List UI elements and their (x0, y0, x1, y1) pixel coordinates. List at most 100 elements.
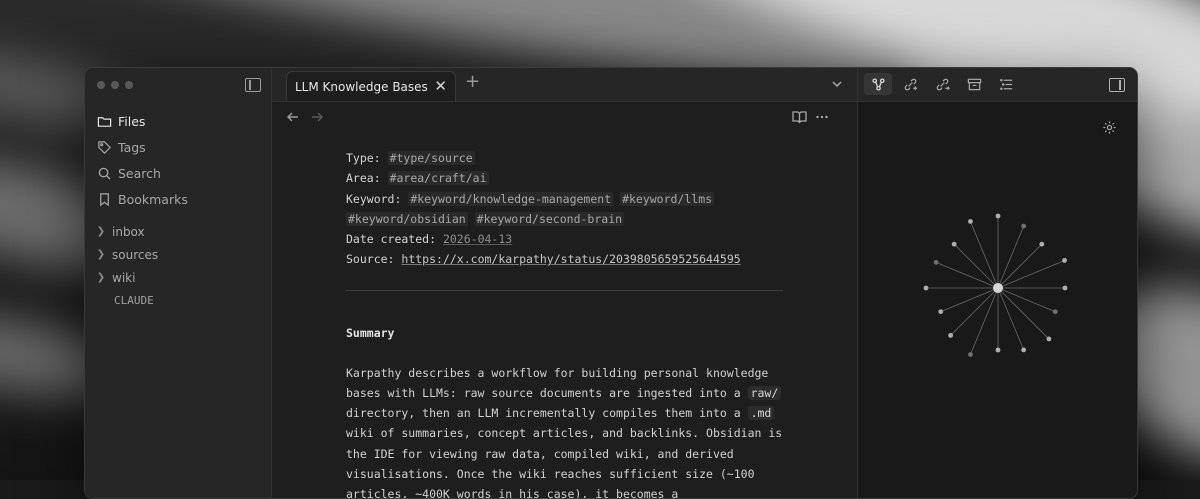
inline-code: .md (747, 406, 775, 421)
tag-type-source[interactable]: #type/source (387, 151, 475, 165)
folder-inbox[interactable]: ❯ inbox (95, 220, 265, 243)
paragraph-text: directory, then an LLM incrementally com… (346, 406, 748, 421)
paragraph-text: Karpathy describes a workflow for buildi… (346, 365, 769, 400)
tag-keyword-llms[interactable]: #keyword/llms (620, 191, 715, 206)
tab-llm-knowledge-bases[interactable]: LLM Knowledge Bases... ✕ (286, 71, 456, 101)
close-tab-icon[interactable]: ✕ (434, 79, 447, 94)
left-sidebar: Files Tags Search Bookmarks ❯ inbox ❯ so… (85, 68, 272, 498)
back-arrow-icon[interactable] (286, 110, 300, 124)
archive-icon (967, 78, 981, 90)
folder-icon (97, 116, 112, 127)
tag-keyword-second-brain[interactable]: #keyword/second-brain (474, 211, 625, 226)
graph-view[interactable] (918, 208, 1078, 368)
sidebar-item-search[interactable]: Search (91, 160, 265, 186)
tab-outline[interactable] (992, 73, 1020, 95)
graph-node[interactable] (923, 285, 929, 291)
property-keyword: Keyword: #keyword/knowledge-management #… (346, 189, 786, 209)
file-tree: ❯ inbox ❯ sources ❯ wiki CLAUDE (95, 220, 265, 312)
graph-node[interactable] (948, 332, 954, 338)
more-options-icon[interactable] (815, 110, 829, 124)
sidebar-item-label: Files (118, 113, 146, 129)
graph-edge (953, 243, 999, 289)
property-label: Date created: (346, 232, 437, 247)
summary-heading: Summary (346, 325, 395, 340)
paragraph-text: wiki of summaries, concept articles, and… (346, 426, 783, 499)
gear-icon[interactable] (1102, 120, 1117, 135)
outline-icon (999, 78, 1012, 90)
tag-keyword-obsidian[interactable]: #keyword/obsidian (346, 211, 468, 226)
graph-node[interactable] (1062, 258, 1067, 263)
new-tab-button[interactable]: + (465, 73, 480, 91)
backlinks-icon (904, 78, 917, 90)
outgoing-links-icon (936, 78, 950, 90)
summary-paragraph: Karpathy describes a workflow for buildi… (346, 363, 786, 499)
graph-node[interactable] (1021, 347, 1027, 353)
property-area: Area: #area/craft/ai (346, 168, 786, 188)
editor-pane: LLM Knowledge Bases... ✕ + Type: #type/s… (272, 68, 858, 498)
property-label: Keyword: (346, 191, 402, 206)
date-created-link[interactable]: 2026-04-13 (443, 232, 512, 246)
sidebar-item-label: Bookmarks (118, 191, 188, 207)
chevron-right-icon: ❯ (96, 226, 106, 237)
toggle-right-sidebar-icon[interactable] (1109, 78, 1125, 92)
property-date-created: Date created: 2026-04-13 (346, 229, 786, 249)
property-source: Source: https://x.com/karpathy/status/20… (346, 249, 786, 269)
folder-wiki[interactable]: ❯ wiki (95, 266, 265, 289)
graph-node[interactable] (1052, 309, 1058, 315)
tab-outgoing-links[interactable] (928, 73, 956, 95)
sidebar-item-bookmarks[interactable]: Bookmarks (91, 186, 265, 212)
graph-node[interactable] (1021, 223, 1027, 229)
forward-arrow-icon[interactable] (310, 110, 324, 124)
sidebar-item-files[interactable]: Files (91, 108, 265, 134)
toggle-left-sidebar-icon[interactable] (245, 78, 261, 92)
graph-edge (950, 287, 999, 336)
folder-sources[interactable]: ❯ sources (95, 243, 265, 266)
graph-node[interactable] (1046, 336, 1052, 342)
source-link[interactable]: https://x.com/karpathy/status/2039805659… (401, 252, 740, 266)
divider (346, 289, 783, 291)
graph-node[interactable] (968, 352, 973, 357)
sidebar-item-tags[interactable]: Tags (91, 134, 265, 160)
folder-label: sources (112, 247, 159, 262)
tag-area-craft-ai[interactable]: #area/craft/ai (387, 171, 489, 186)
folder-label: wiki (112, 270, 136, 285)
bookmark-icon (100, 192, 109, 206)
graph-current-note-node[interactable] (993, 283, 1003, 293)
view-header (272, 102, 857, 134)
sidebar-item-label: Tags (118, 139, 146, 155)
graph-node[interactable] (951, 241, 957, 247)
file-claude[interactable]: CLAUDE (95, 289, 265, 312)
close-window-button[interactable] (97, 81, 105, 89)
chevron-right-icon: ❯ (96, 249, 106, 260)
note-content: Type: #type/source Area: #area/craft/ai … (346, 148, 786, 499)
tab-graph-view[interactable] (864, 73, 892, 95)
graph-edge (997, 287, 1050, 340)
graph-node[interactable] (995, 347, 1001, 353)
tab-backlinks[interactable] (896, 73, 924, 95)
tab-archive[interactable] (960, 73, 988, 95)
sidebar-nav: Files Tags Search Bookmarks (91, 108, 265, 212)
right-sidebar (858, 68, 1137, 498)
tag-keyword-knowledge-management[interactable]: #keyword/knowledge-management (408, 191, 614, 206)
tag-icon (98, 140, 111, 154)
graph-node[interactable] (995, 213, 1001, 219)
right-sidebar-tabs (858, 68, 1137, 102)
graph-node[interactable] (933, 259, 939, 265)
chevron-down-icon[interactable] (831, 78, 843, 90)
graph-node[interactable] (1039, 241, 1045, 247)
graph-node[interactable] (968, 219, 973, 224)
property-label: Source: (346, 252, 395, 267)
property-label: Type: (346, 151, 381, 165)
search-icon (98, 167, 111, 180)
graph-node[interactable] (1062, 285, 1068, 291)
tab-title: LLM Knowledge Bases... (295, 79, 429, 94)
chevron-right-icon: ❯ (96, 272, 106, 283)
zoom-window-button[interactable] (125, 81, 133, 89)
property-type: Type: #type/source (346, 148, 786, 168)
graph-edge (997, 243, 1043, 289)
sidebar-item-label: Search (118, 165, 161, 181)
graph-node[interactable] (938, 309, 944, 315)
minimize-window-button[interactable] (111, 81, 119, 89)
folder-label: inbox (112, 224, 145, 239)
reading-view-icon[interactable] (792, 110, 807, 124)
